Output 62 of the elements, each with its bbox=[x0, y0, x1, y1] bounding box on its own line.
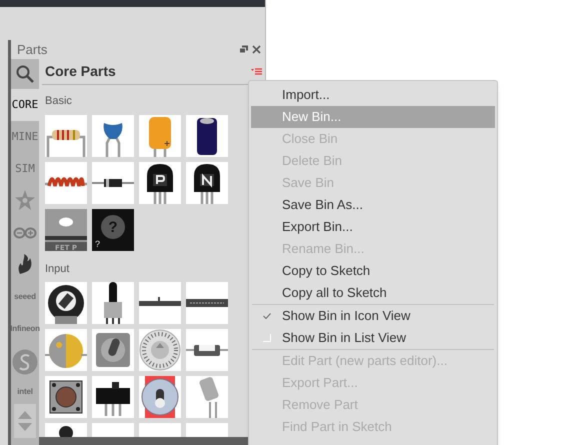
part-tile[interactable] bbox=[92, 376, 134, 418]
part-tile[interactable] bbox=[139, 329, 181, 371]
inductor-icon bbox=[45, 176, 87, 188]
part-tile[interactable] bbox=[45, 114, 87, 156]
menu-icon[interactable] bbox=[251, 68, 262, 76]
part-tile[interactable] bbox=[139, 162, 181, 204]
panel-title: Parts bbox=[17, 40, 48, 59]
part-tile[interactable] bbox=[45, 282, 87, 324]
diode-icon bbox=[92, 176, 134, 188]
pnp-transistor-icon bbox=[145, 162, 175, 204]
part-tile[interactable] bbox=[139, 282, 181, 324]
bin-title: Core Parts bbox=[45, 62, 116, 81]
capacitor-icon bbox=[102, 120, 124, 156]
linear-slider-icon bbox=[139, 295, 181, 308]
resistor-icon bbox=[46, 128, 86, 156]
menu-item[interactable]: Export Bin... bbox=[251, 216, 495, 238]
flame-icon bbox=[17, 253, 33, 275]
npn-transistor-icon bbox=[192, 162, 222, 204]
part-tile[interactable] bbox=[45, 329, 87, 371]
round-potentiometer-icon bbox=[45, 332, 87, 370]
float-icon[interactable] bbox=[239, 45, 249, 54]
part-tile[interactable] bbox=[139, 114, 181, 156]
slide-switch-icon bbox=[94, 380, 132, 418]
part-tile[interactable] bbox=[92, 282, 134, 324]
search-icon bbox=[15, 64, 35, 84]
piezo-buzzer-icon bbox=[57, 424, 75, 437]
reed-switch-icon bbox=[186, 343, 228, 358]
part-tile[interactable] bbox=[92, 114, 134, 156]
part-tile[interactable] bbox=[186, 282, 228, 324]
part-tile[interactable] bbox=[186, 162, 228, 204]
rotary-dip-switch-icon bbox=[139, 329, 181, 371]
tantalum-capacitor-icon bbox=[147, 114, 173, 156]
mystery-part-tile[interactable]: ? ? bbox=[92, 208, 134, 250]
tilt-sensor-icon bbox=[197, 376, 221, 418]
part-tile[interactable] bbox=[45, 376, 87, 418]
menu-item[interactable]: Show Bin in List View bbox=[251, 327, 495, 349]
trimmer-potentiometer-icon bbox=[46, 283, 86, 324]
part-tile[interactable] bbox=[92, 162, 134, 204]
menu-item[interactable]: Copy to Sketch bbox=[251, 260, 495, 282]
part-tile[interactable] bbox=[186, 114, 228, 156]
electrolytic-capacitor-icon bbox=[195, 116, 219, 156]
close-icon[interactable] bbox=[252, 45, 261, 54]
toggle-switch-icon bbox=[140, 376, 180, 418]
section-heading: Basic bbox=[45, 94, 73, 109]
strip-sensor-icon bbox=[186, 297, 228, 309]
menu-item[interactable]: Import... bbox=[251, 84, 495, 106]
s-circle-icon bbox=[12, 348, 38, 374]
section-heading: Input bbox=[45, 262, 70, 276]
part-tile[interactable] bbox=[186, 376, 228, 418]
infinity-icon bbox=[13, 226, 37, 238]
menu-item[interactable]: Copy all to Sketch bbox=[251, 282, 495, 304]
slide-potentiometer-icon bbox=[102, 282, 124, 324]
part-tile[interactable] bbox=[186, 329, 228, 371]
rotary-encoder-icon bbox=[94, 331, 132, 369]
part-tile[interactable] bbox=[45, 162, 87, 204]
menu-item[interactable]: New Bin... bbox=[251, 106, 495, 128]
menu-item[interactable]: Show Bin in Icon View bbox=[251, 305, 495, 327]
menu-item[interactable]: Save Bin As... bbox=[251, 194, 495, 216]
part-tile[interactable] bbox=[139, 376, 181, 418]
pushbutton-icon bbox=[48, 379, 84, 415]
part-tile[interactable] bbox=[92, 329, 134, 371]
bin-tab[interactable]: CORE bbox=[11, 89, 39, 121]
